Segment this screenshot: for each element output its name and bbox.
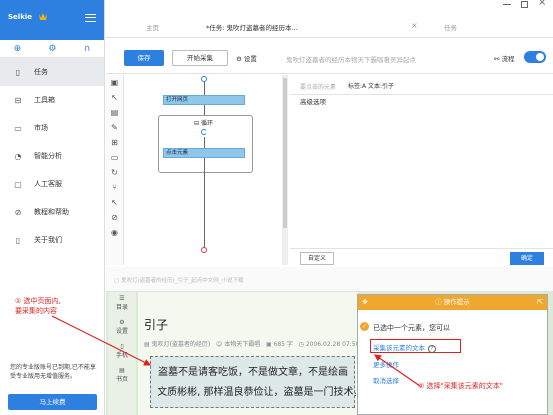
annotation-arrow-left [51, 315, 152, 366]
app-window: Selkie ⊕ ⚙ ∩ ▯ 任务 ⊟ 工具箱 ▭ 市场 ◔ 智能分析 ▢ 人工客服 ⊘ 教程和帮助 ▯… [0, 0, 553, 415]
annotation-arrows [51, 315, 421, 387]
annotation-arrow-right [374, 354, 421, 387]
